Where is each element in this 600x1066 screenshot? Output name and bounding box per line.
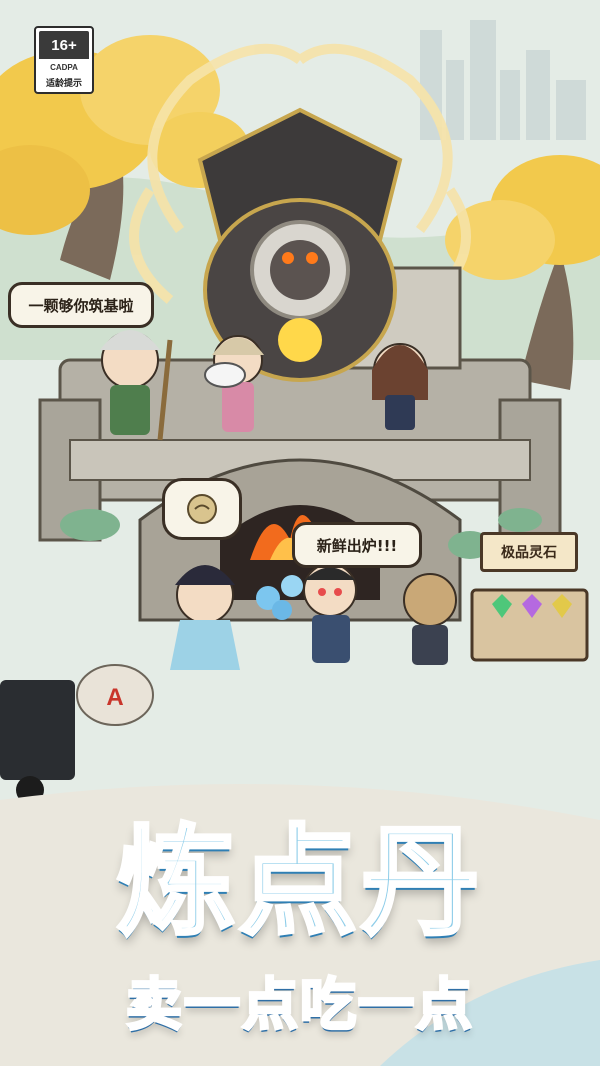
gem-stall — [470, 588, 589, 662]
rating-org: CADPA — [50, 63, 78, 72]
pill-icon — [187, 494, 217, 524]
shop-sign: 极品灵石 — [480, 532, 578, 572]
speech-text-elder: 一颗够你筑基啦 — [28, 296, 134, 315]
marked-rock: A — [76, 664, 154, 726]
rating-hint: 适龄提示 — [45, 79, 82, 89]
game-subtitle: 卖一点吃一点 — [125, 972, 474, 1040]
speech-bubble-elder: 一颗够你筑基啦 — [8, 282, 154, 328]
shop-sign-label: 极品灵石 — [501, 545, 557, 561]
thought-bubble-pill — [162, 478, 242, 540]
speech-text-fresh: 新鲜出炉!!! — [316, 536, 398, 555]
svg-text:A: A — [106, 684, 123, 711]
age-rating-badge: 16+ CADPA 适龄提示 — [34, 26, 94, 94]
age-rating-top: 16+ — [39, 31, 89, 59]
speech-bubble-fresh: 新鲜出炉!!! — [292, 522, 422, 568]
game-title: 炼点丹 — [115, 811, 483, 953]
age-rating-value: 16+ — [51, 36, 77, 54]
